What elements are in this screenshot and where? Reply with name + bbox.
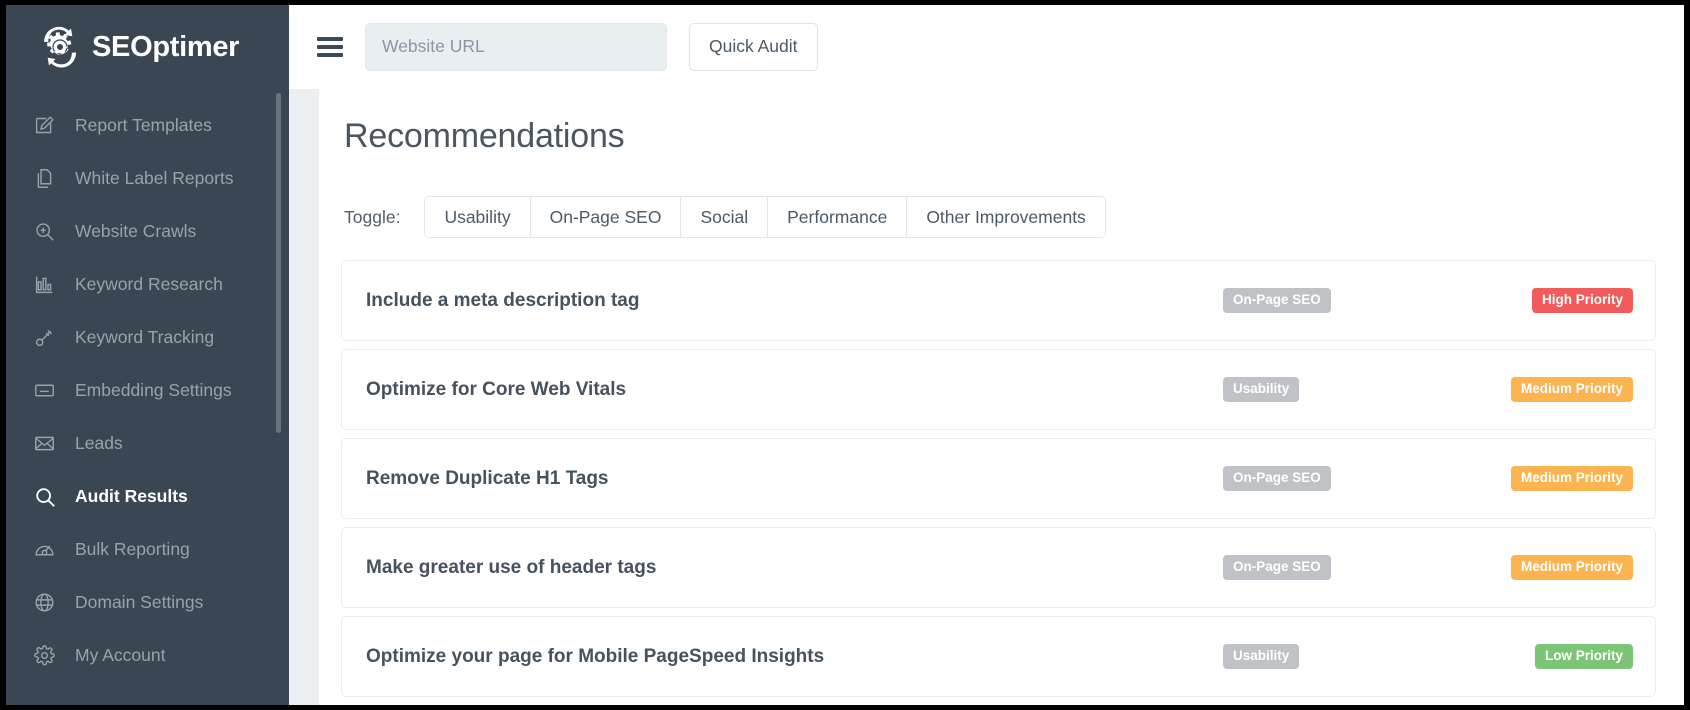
category-cell: Usability (1223, 644, 1453, 669)
envelope-icon (33, 432, 56, 455)
embed-box-icon (33, 379, 56, 402)
status-badge: High Priority (1532, 288, 1633, 313)
table-row[interactable]: Include a meta description tag On-Page S… (341, 260, 1656, 341)
sidebar-item-audit-results[interactable]: Audit Results (6, 470, 289, 523)
status-badge: Medium Priority (1511, 466, 1633, 491)
sidebar-item-website-crawls[interactable]: Website Crawls (6, 205, 289, 258)
priority-cell: High Priority (1453, 288, 1633, 313)
gear-arrows-logo-icon (38, 25, 82, 69)
sidebar-item-label: My Account (75, 645, 165, 666)
recommendation-title: Optimize for Core Web Vitals (366, 379, 1223, 401)
brand-logo-area[interactable]: SEOptimer (6, 5, 289, 89)
gear-icon (33, 644, 56, 667)
sidebar-item-label: White Label Reports (75, 168, 234, 189)
gauge-icon (33, 538, 56, 561)
sidebar-item-label: Embedding Settings (75, 380, 232, 401)
table-row[interactable]: Make greater use of header tags On-Page … (341, 527, 1656, 608)
sidebar: SEOptimer Report Templates White Label R… (6, 5, 289, 705)
globe-icon (33, 591, 56, 614)
status-badge: Medium Priority (1511, 555, 1633, 580)
priority-cell: Medium Priority (1453, 377, 1633, 402)
category-badge: On-Page SEO (1223, 466, 1331, 491)
sidebar-item-embedding-settings[interactable]: Embedding Settings (6, 364, 289, 417)
sidebar-item-domain-settings[interactable]: Domain Settings (6, 576, 289, 629)
sidebar-item-label: Report Templates (75, 115, 212, 136)
category-badge: On-Page SEO (1223, 555, 1331, 580)
category-cell: On-Page SEO (1223, 466, 1453, 491)
hamburger-icon[interactable] (317, 37, 343, 57)
key-icon (33, 326, 56, 349)
sidebar-item-label: Audit Results (75, 486, 188, 507)
topbar: Quick Audit (289, 5, 1684, 89)
tab-on-page-seo[interactable]: On-Page SEO (531, 197, 682, 237)
priority-cell: Low Priority (1453, 644, 1633, 669)
status-badge: Medium Priority (1511, 377, 1633, 402)
table-row[interactable]: Remove Duplicate H1 Tags On-Page SEO Med… (341, 438, 1656, 519)
copy-documents-icon (33, 167, 56, 190)
pencil-square-icon (33, 114, 56, 137)
recommendation-title: Remove Duplicate H1 Tags (366, 468, 1223, 490)
table-row[interactable]: Optimize for Core Web Vitals Usability M… (341, 349, 1656, 430)
content: Recommendations Toggle: Usability On-Pag… (319, 89, 1684, 705)
category-badge: Usability (1223, 644, 1299, 669)
sidebar-item-label: Keyword Tracking (75, 327, 214, 348)
content-gutter (289, 89, 319, 705)
sidebar-item-bulk-reporting[interactable]: Bulk Reporting (6, 523, 289, 576)
category-badge: Usability (1223, 377, 1299, 402)
recommendations-list: Include a meta description tag On-Page S… (341, 260, 1656, 697)
sidebar-item-label: Keyword Research (75, 274, 223, 295)
recommendation-title: Include a meta description tag (366, 290, 1223, 312)
tab-other-improvements[interactable]: Other Improvements (907, 197, 1105, 237)
sidebar-item-report-templates[interactable]: Report Templates (6, 99, 289, 152)
category-badge: On-Page SEO (1223, 288, 1331, 313)
bar-chart-icon (33, 273, 56, 296)
sidebar-scrollbar[interactable] (276, 93, 281, 433)
recommendation-title: Make greater use of header tags (366, 557, 1223, 579)
tab-performance[interactable]: Performance (768, 197, 907, 237)
sidebar-item-my-account[interactable]: My Account (6, 629, 289, 682)
page-title: Recommendations (341, 89, 1656, 156)
recommendation-title: Optimize your page for Mobile PageSpeed … (366, 646, 1223, 668)
table-row[interactable]: Optimize your page for Mobile PageSpeed … (341, 616, 1656, 697)
sidebar-item-label: Domain Settings (75, 592, 203, 613)
quick-audit-button[interactable]: Quick Audit (689, 23, 818, 71)
sidebar-item-white-label-reports[interactable]: White Label Reports (6, 152, 289, 205)
category-cell: On-Page SEO (1223, 288, 1453, 313)
magnifier-icon (33, 485, 56, 508)
tab-social[interactable]: Social (681, 197, 768, 237)
toggle-label: Toggle: (344, 207, 400, 228)
app-root: SEOptimer Report Templates White Label R… (0, 0, 1690, 710)
main-area: Quick Audit Recommendations Toggle: Usab… (289, 5, 1684, 705)
category-cell: Usability (1223, 377, 1453, 402)
priority-cell: Medium Priority (1453, 555, 1633, 580)
sidebar-item-keyword-tracking[interactable]: Keyword Tracking (6, 311, 289, 364)
brand-name: SEOptimer (92, 31, 239, 64)
status-badge: Low Priority (1535, 644, 1633, 669)
magnifier-plus-icon (33, 220, 56, 243)
toggle-group: Usability On-Page SEO Social Performance… (424, 196, 1105, 238)
category-cell: On-Page SEO (1223, 555, 1453, 580)
sidebar-item-label: Website Crawls (75, 221, 196, 242)
content-wrap: Recommendations Toggle: Usability On-Pag… (289, 89, 1684, 705)
sidebar-item-label: Bulk Reporting (75, 539, 190, 560)
tab-usability[interactable]: Usability (425, 197, 530, 237)
sidebar-item-label: Leads (75, 433, 123, 454)
search-input[interactable] (365, 23, 667, 71)
toggle-row: Toggle: Usability On-Page SEO Social Per… (341, 196, 1656, 238)
sidebar-nav: Report Templates White Label Reports Web… (6, 89, 289, 682)
sidebar-item-keyword-research[interactable]: Keyword Research (6, 258, 289, 311)
sidebar-item-leads[interactable]: Leads (6, 417, 289, 470)
priority-cell: Medium Priority (1453, 466, 1633, 491)
